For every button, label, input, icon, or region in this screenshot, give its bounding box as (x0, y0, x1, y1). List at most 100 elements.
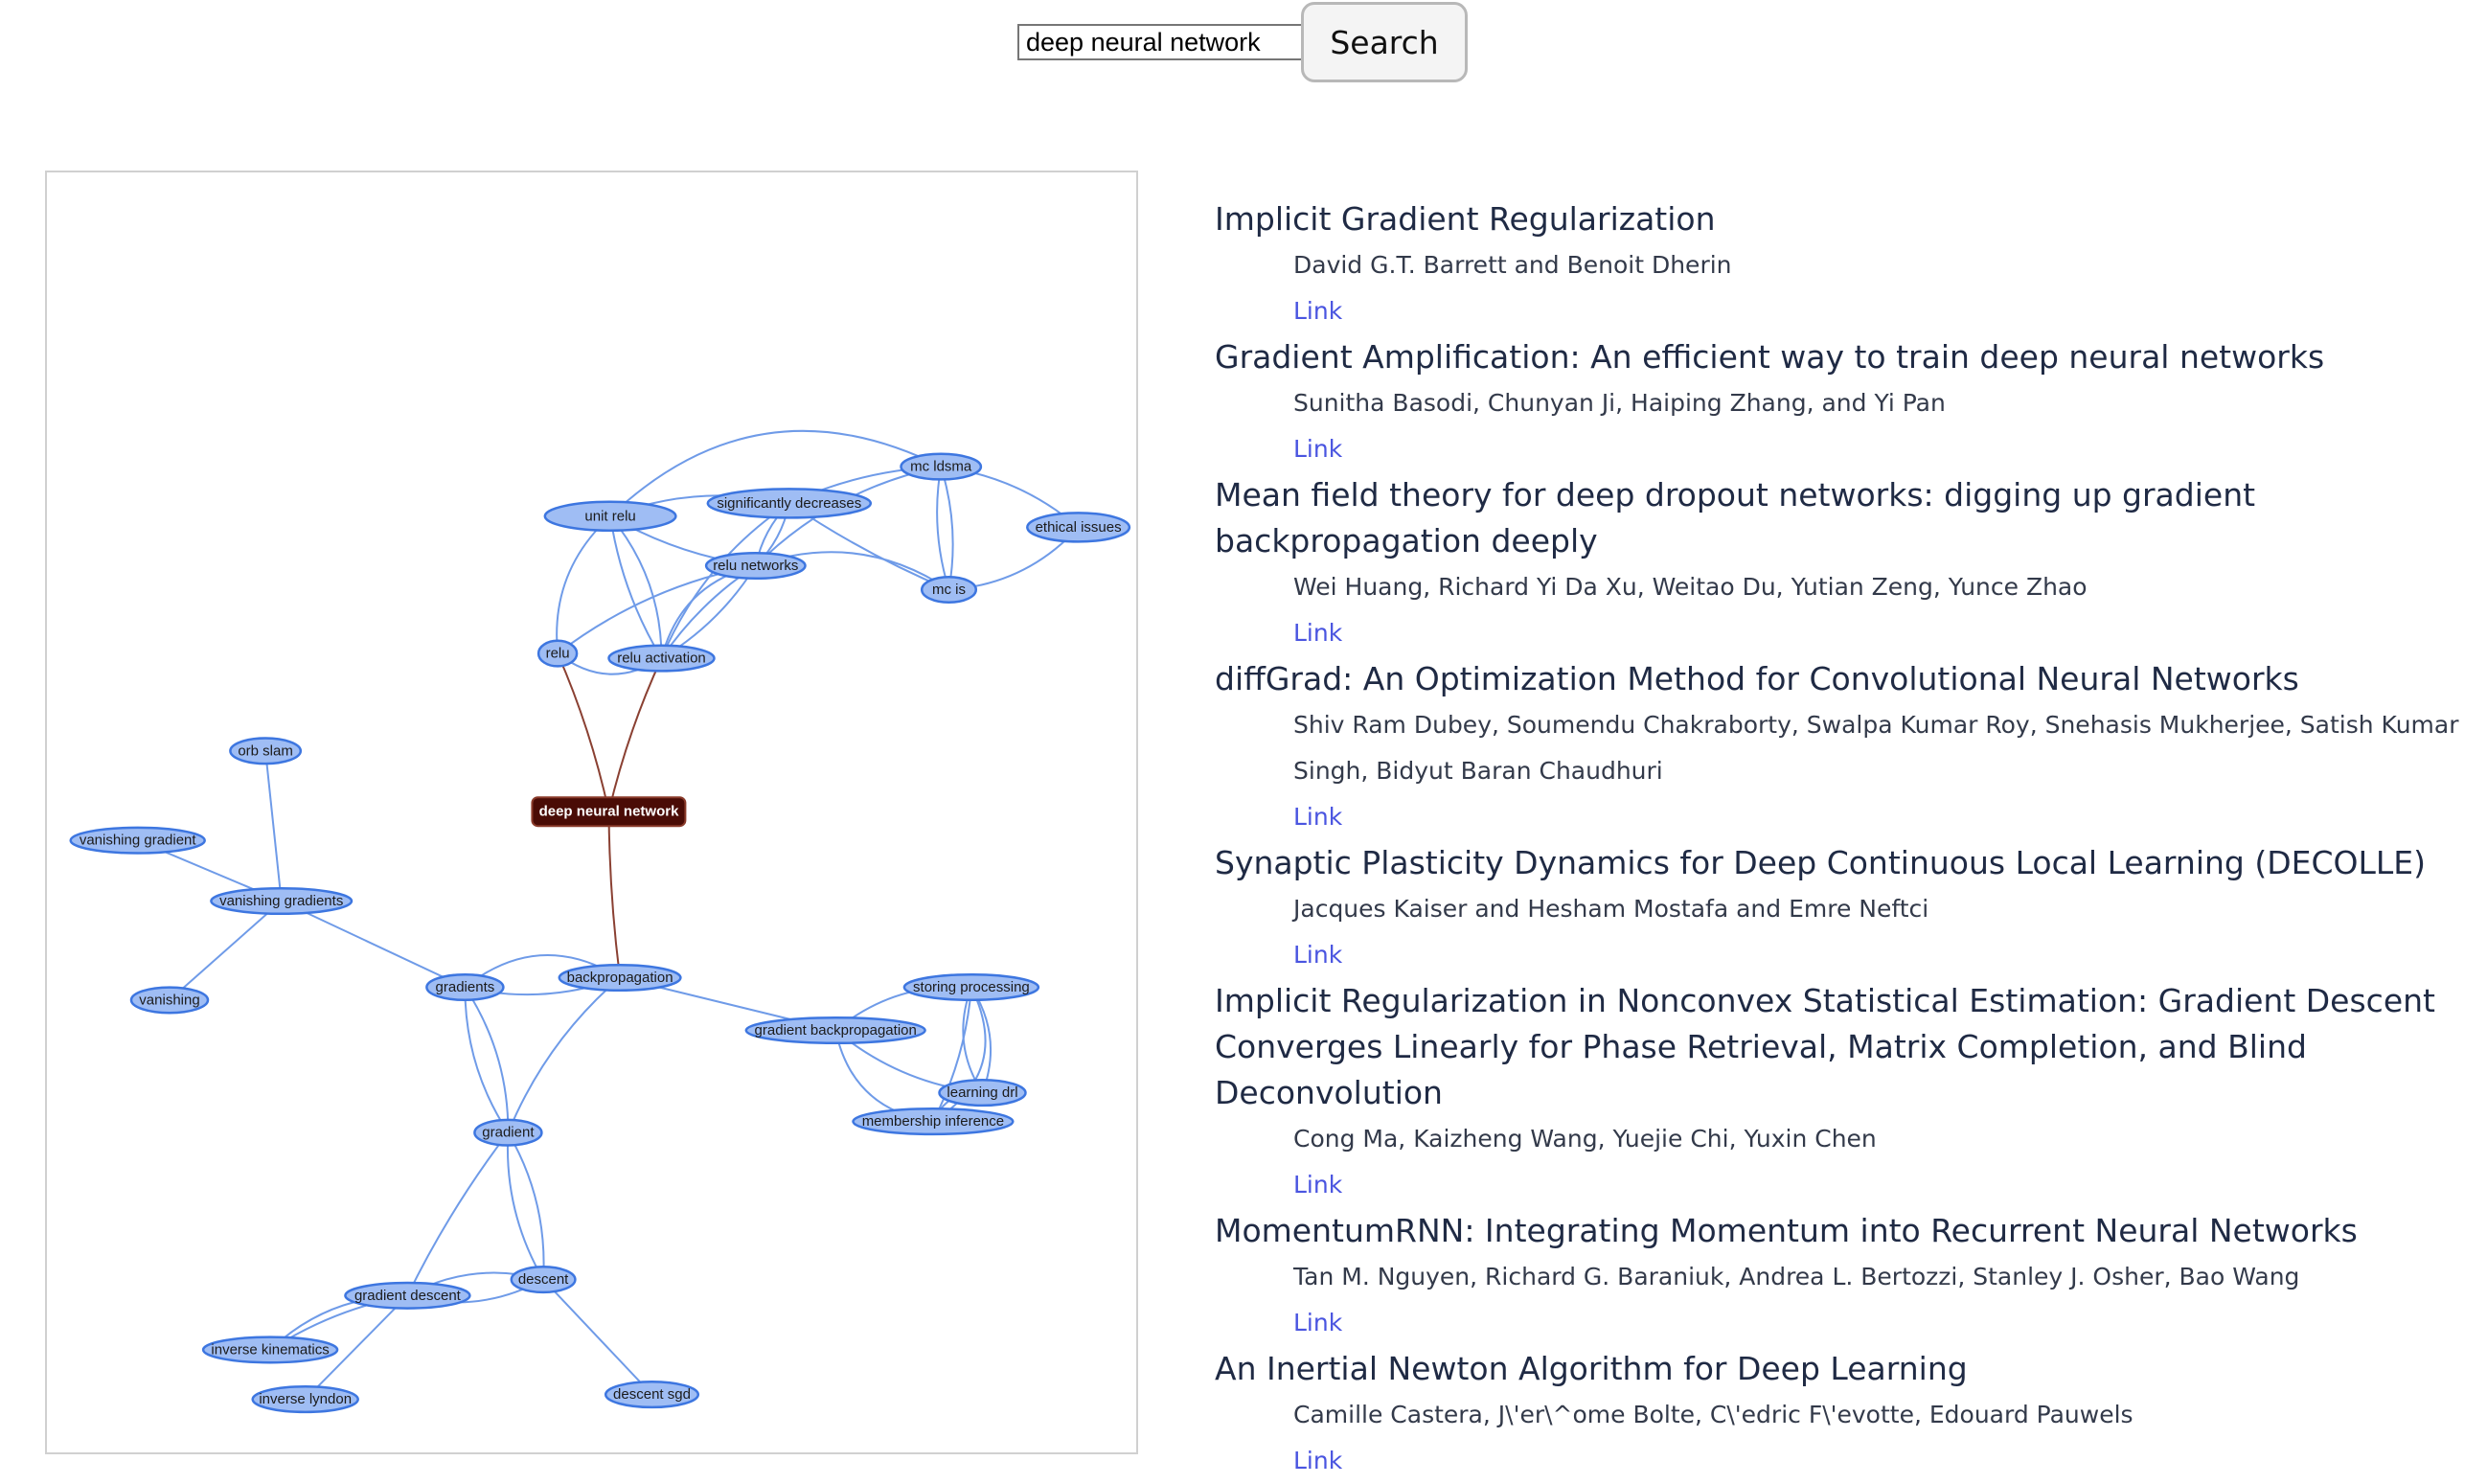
graph-edge (264, 750, 283, 902)
graph-node-label: inverse lyndon (259, 1391, 352, 1407)
graph-node-vanishing-gradients[interactable]: vanishing gradients (210, 886, 354, 916)
graph-node-label: mc is (932, 582, 966, 598)
graph-node-mc-is[interactable]: mc is (920, 575, 978, 605)
graph-edge (940, 466, 954, 590)
graph-node-label: storing processing (913, 979, 1030, 995)
graph-node-inverse-lyndon[interactable]: inverse lyndon (251, 1385, 359, 1414)
graph-node-label: vanishing gradient (80, 833, 197, 849)
result-link[interactable]: Link (1293, 288, 1342, 334)
result-title: Mean field theory for deep dropout netwo… (1215, 476, 2256, 559)
result-title: MomentumRNN: Integrating Momentum into R… (1215, 1212, 2358, 1249)
result-authors: Cong Ma, Kaizheng Wang, Yuejie Chi, Yuxi… (1293, 1125, 1877, 1153)
result-item: Implicit Gradient Regularization David G.… (1215, 196, 2470, 334)
graph-node-label: gradient backpropagation (755, 1022, 917, 1039)
graph-node-label: ethical issues (1036, 519, 1122, 536)
graph-edge (464, 987, 510, 1133)
graph-edge (660, 564, 757, 659)
graph-node-label: orb slam (238, 742, 293, 759)
graph-edge-focus (607, 657, 663, 812)
graph-node-gradient[interactable]: gradient (473, 1118, 543, 1147)
graph-node-label: learning drl (947, 1084, 1017, 1101)
graph-node-gradients[interactable]: gradients (425, 972, 505, 1002)
search-results: Implicit Gradient Regularization David G.… (1215, 196, 2470, 1484)
graph-edges (137, 429, 1080, 1401)
result-item: Synaptic Plasticity Dynamics for Deep Co… (1215, 840, 2470, 978)
graph-node-gradient-descent[interactable]: gradient descent (344, 1281, 471, 1310)
result-link[interactable]: Link (1293, 426, 1342, 472)
graph-node-focus-label: deep neural network (539, 804, 680, 820)
result-link[interactable]: Link (1293, 1300, 1342, 1346)
graph-edge (406, 1131, 510, 1296)
search-input[interactable] (1017, 24, 1303, 60)
graph-node-label: backpropagation (567, 970, 673, 986)
graph-node-gradient-backpropagation[interactable]: gradient backpropagation (744, 1016, 926, 1045)
result-link[interactable]: Link (1293, 794, 1342, 840)
graph-edge (660, 564, 757, 659)
graph-node-significantly-decreases[interactable]: significantly decreases (706, 488, 873, 519)
graph-node-label: unit relu (584, 508, 635, 524)
graph-edge (542, 1278, 653, 1396)
graph-node-relu-networks[interactable]: relu networks (704, 551, 807, 581)
graph-node-label: relu (546, 646, 570, 662)
result-item: diffGrad: An Optimization Method for Con… (1215, 656, 2470, 840)
graph-node-membership-inference[interactable]: membership inference (852, 1107, 1015, 1136)
graph-node-vanishing-gradient[interactable]: vanishing gradient (69, 826, 206, 855)
result-item: Mean field theory for deep dropout netwo… (1215, 472, 2470, 656)
result-authors: Wei Huang, Richard Yi Da Xu, Weitao Du, … (1293, 573, 2088, 601)
result-link[interactable]: Link (1293, 1438, 1342, 1484)
result-item: Implicit Regularization in Nonconvex Sta… (1215, 978, 2470, 1208)
graph-edge (556, 515, 611, 654)
result-authors: David G.T. Barrett and Benoit Dherin (1293, 251, 1732, 279)
graph-node-label: descent (518, 1271, 569, 1288)
graph-node-descent-sgd[interactable]: descent sgd (604, 1381, 700, 1409)
graph-node-focus[interactable]: deep neural network (531, 796, 687, 828)
graph-edge (507, 976, 621, 1133)
graph-edge-focus (607, 811, 622, 978)
result-authors: Camille Castera, J\'er\^ome Bolte, C\'ed… (1293, 1401, 2133, 1428)
graph-node-label: relu activation (617, 651, 706, 667)
graph-node-label: significantly decreases (717, 495, 861, 512)
graph-node-orb-slam[interactable]: orb slam (229, 737, 303, 765)
graph-node-storing-processing[interactable]: storing processing (902, 972, 1040, 1002)
graph-node-learning-drl[interactable]: learning drl (938, 1079, 1027, 1107)
graph-node-label: gradient (482, 1125, 535, 1141)
graph-node-label: gradients (436, 979, 495, 995)
graph-node-vanishing[interactable]: vanishing (129, 986, 210, 1015)
graph-node-label: inverse kinematics (211, 1341, 329, 1358)
graph-node-unit-relu[interactable]: unit relu (543, 500, 677, 533)
result-title: Implicit Regularization in Nonconvex Sta… (1215, 982, 2435, 1111)
graph-edge (936, 466, 950, 590)
graph-node-relu[interactable]: relu (536, 639, 579, 668)
graph-node-mc-ldsma[interactable]: mc ldsma (900, 452, 983, 481)
result-title: Implicit Gradient Regularization (1215, 200, 1716, 238)
graph-edge (660, 564, 757, 659)
graph-edge (169, 900, 283, 1001)
concept-graph-panel: unit relu significantly decreases mc ldsma… (45, 171, 1138, 1454)
result-authors: Tan M. Nguyen, Richard G. Baraniuk, Andr… (1293, 1263, 2300, 1290)
result-authors: Shiv Ram Dubey, Soumendu Chakraborty, Sw… (1293, 711, 2459, 785)
result-item: Gradient Amplification: An efficient way… (1215, 334, 2470, 472)
search-button[interactable]: Search (1301, 2, 1468, 82)
result-link[interactable]: Link (1293, 932, 1342, 978)
concept-graph[interactable]: unit relu significantly decreases mc ldsma… (47, 172, 1138, 1454)
result-link[interactable]: Link (1293, 1162, 1342, 1208)
graph-node-label: gradient descent (354, 1288, 462, 1304)
result-authors: Jacques Kaiser and Hesham Mostafa and Em… (1293, 895, 1929, 923)
graph-node-label: mc ldsma (910, 459, 972, 475)
graph-node-relu-activation[interactable]: relu activation (607, 644, 716, 673)
graph-nodes: unit relu significantly decreases mc ldsma… (69, 452, 1131, 1414)
result-item: MomentumRNN: Integrating Momentum into R… (1215, 1208, 2470, 1346)
graph-node-label: vanishing (139, 992, 199, 1008)
graph-node-label: descent sgd (613, 1386, 691, 1403)
graph-node-ethical-issues[interactable]: ethical issues (1026, 512, 1131, 543)
graph-node-label: relu networks (713, 558, 798, 574)
graph-node-inverse-kinematics[interactable]: inverse kinematics (201, 1336, 339, 1364)
graph-node-label: membership inference (862, 1113, 1004, 1130)
result-link[interactable]: Link (1293, 610, 1342, 656)
result-title: diffGrad: An Optimization Method for Con… (1215, 660, 2299, 697)
result-title: Gradient Amplification: An efficient way… (1215, 338, 2325, 376)
graph-node-backpropagation[interactable]: backpropagation (558, 963, 682, 993)
graph-node-descent[interactable]: descent (510, 1266, 577, 1294)
result-item: An Inertial Newton Algorithm for Deep Le… (1215, 1346, 2470, 1484)
result-title: Synaptic Plasticity Dynamics for Deep Co… (1215, 844, 2426, 881)
